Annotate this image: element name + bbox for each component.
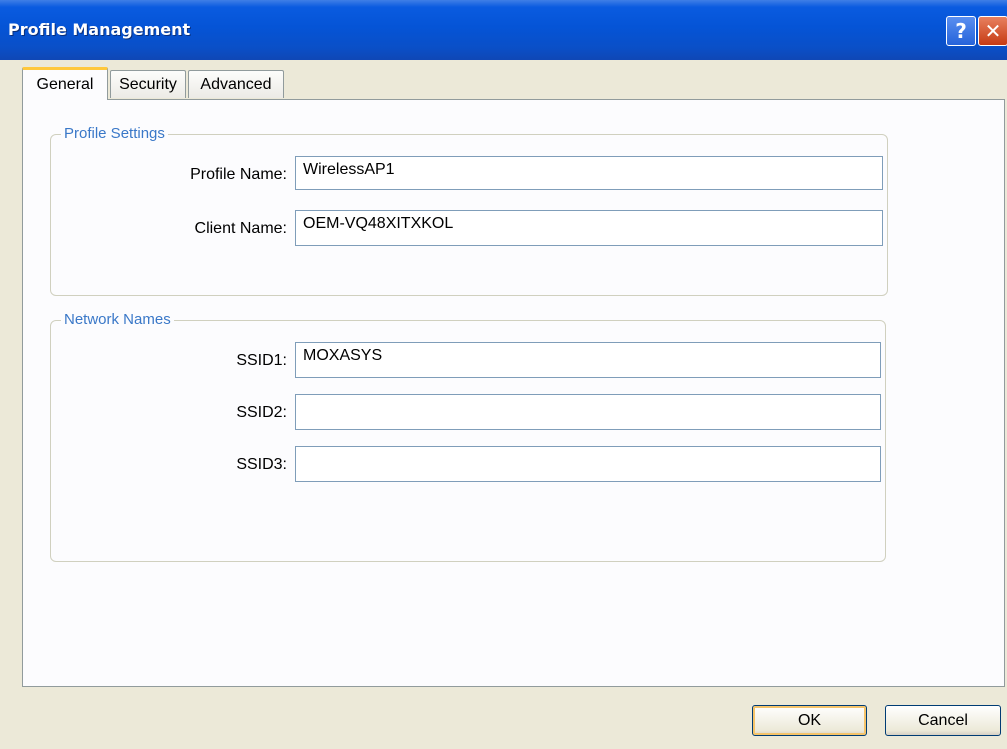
help-icon: ? (955, 19, 967, 43)
help-button[interactable]: ? (946, 16, 976, 46)
tab-general[interactable]: General (22, 67, 108, 100)
ssid1-label: SSID1: (236, 352, 287, 369)
general-tab-panel: Profile Settings Profile Name: WirelessA… (22, 99, 1005, 687)
ssid1-field[interactable]: MOXASYS (295, 342, 881, 378)
close-icon: ✕ (984, 19, 1002, 43)
window-title: Profile Management (8, 20, 191, 39)
profile-management-dialog: Profile Management ? ✕ General Security … (0, 0, 1007, 749)
title-bar[interactable]: Profile Management ? ✕ (0, 0, 1007, 60)
ssid2-field[interactable] (295, 394, 881, 430)
client-name-field[interactable]: OEM-VQ48XITXKOL (295, 210, 883, 246)
tab-advanced[interactable]: Advanced (188, 70, 284, 98)
ssid3-field[interactable] (295, 446, 881, 482)
network-names-group: Network Names SSID1: MOXASYS SSID2: SSID… (50, 311, 886, 562)
network-names-legend: Network Names (61, 311, 174, 328)
cancel-button[interactable]: Cancel (885, 705, 1001, 736)
ssid3-label: SSID3: (236, 456, 287, 473)
client-name-label: Client Name: (194, 220, 287, 237)
tab-security[interactable]: Security (110, 70, 186, 98)
close-button[interactable]: ✕ (978, 16, 1007, 46)
profile-name-field[interactable]: WirelessAP1 (295, 156, 883, 190)
ssid2-label: SSID2: (236, 404, 287, 421)
ok-button[interactable]: OK (752, 705, 867, 736)
profile-name-label: Profile Name: (190, 166, 287, 183)
profile-settings-group: Profile Settings Profile Name: WirelessA… (50, 125, 888, 296)
profile-settings-legend: Profile Settings (61, 125, 168, 142)
